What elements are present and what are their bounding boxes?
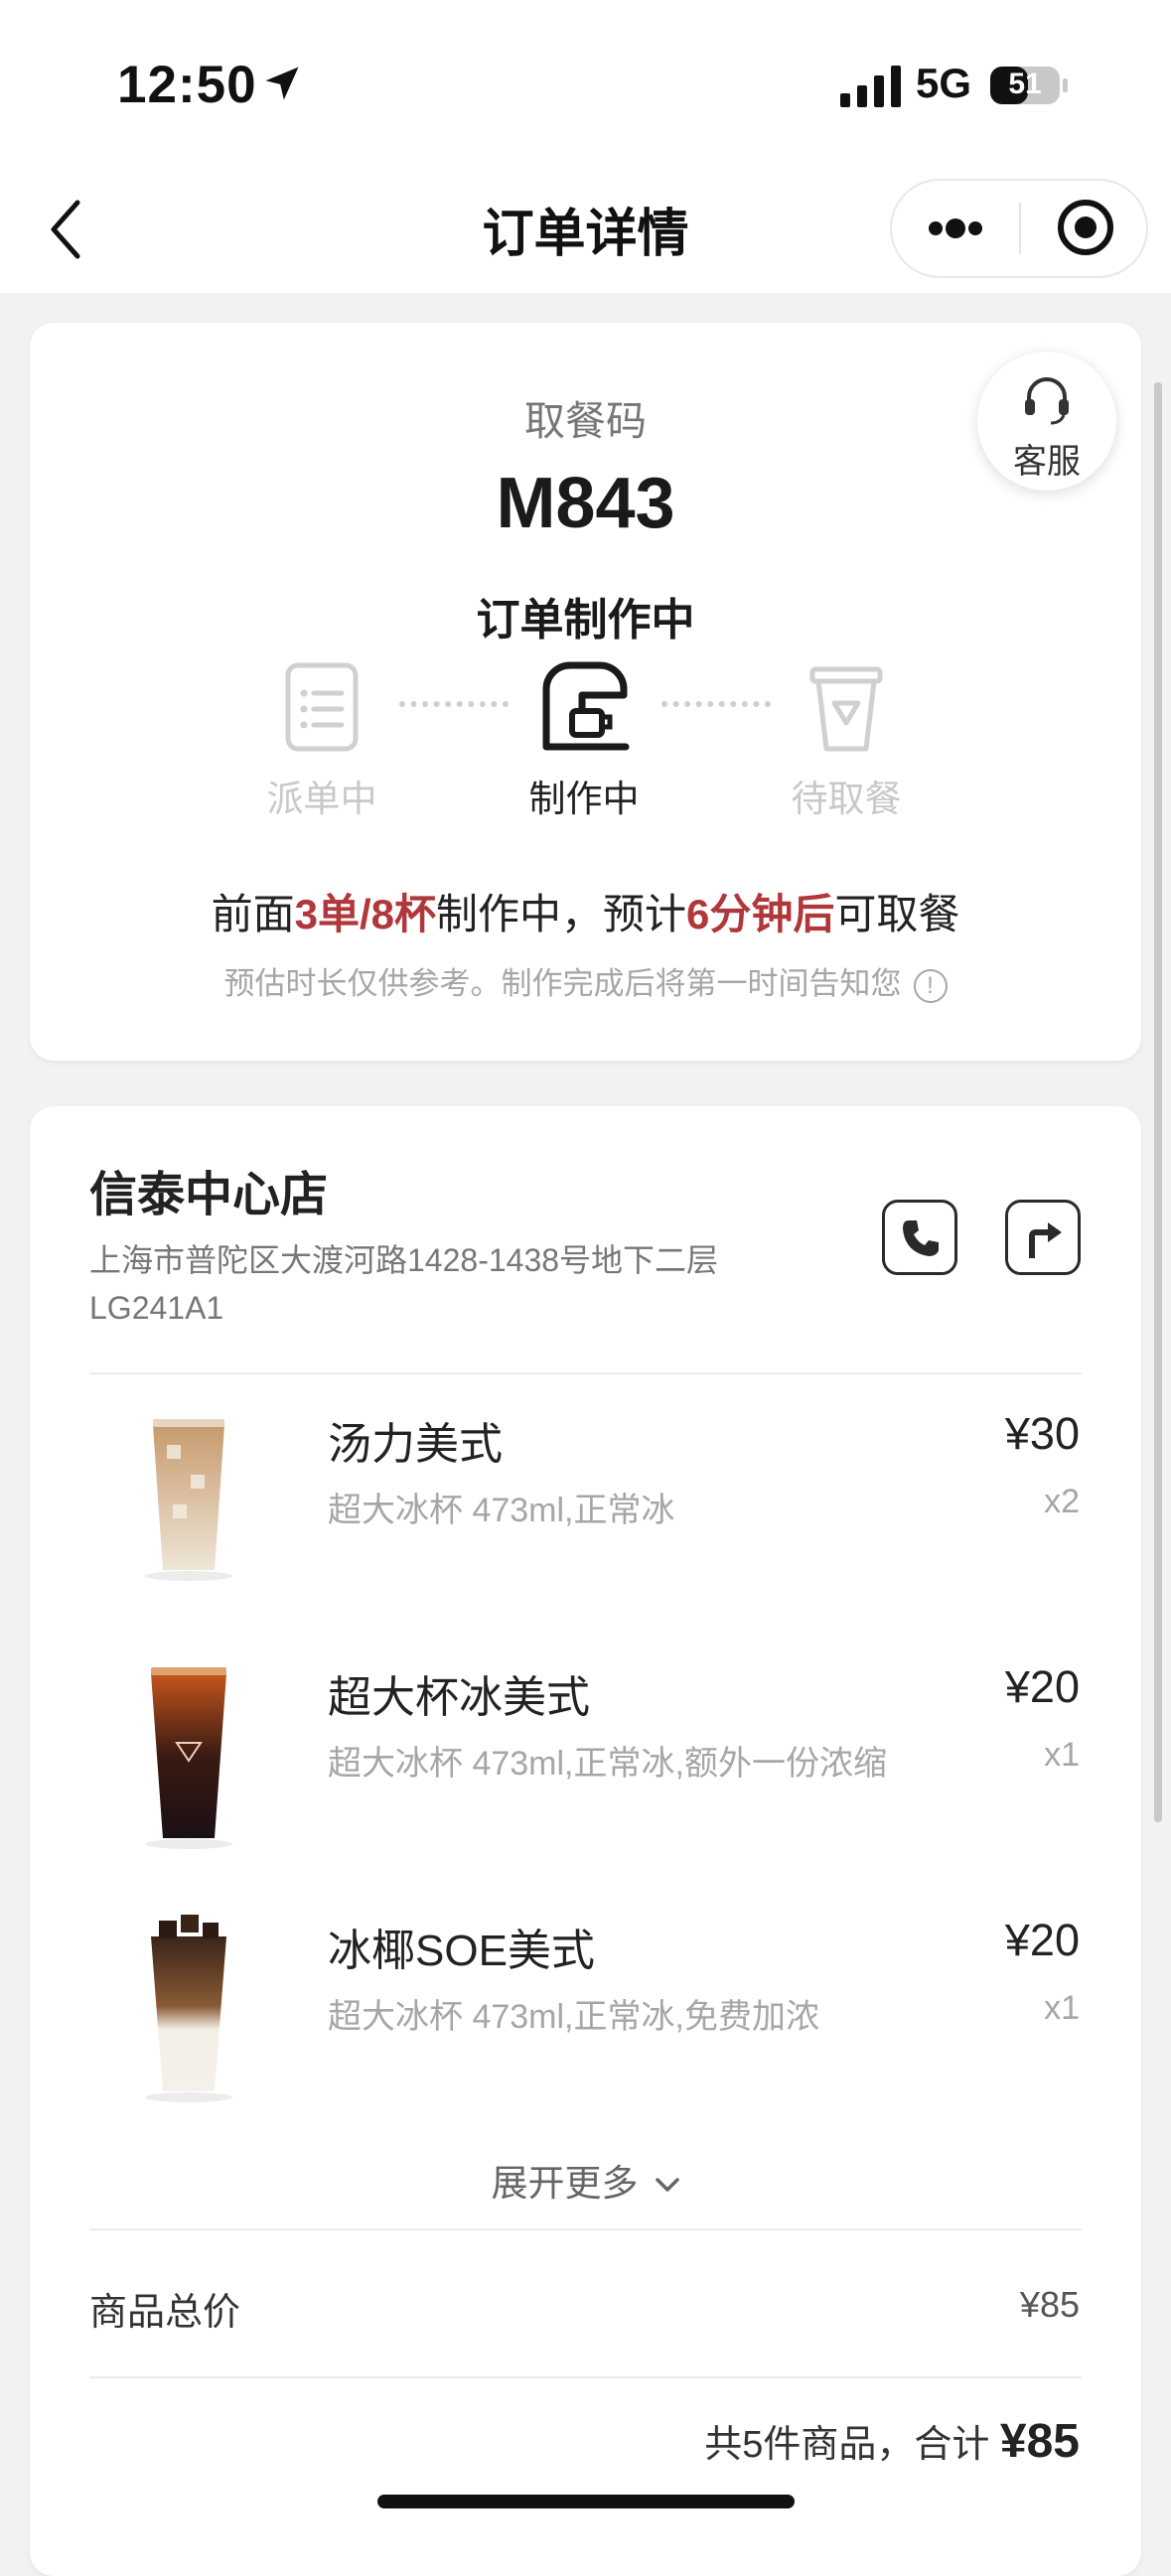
battery-icon: 51 bbox=[989, 66, 1069, 105]
coffee-machine-icon bbox=[542, 661, 630, 751]
product-name: 冰椰SOE美式 bbox=[328, 1927, 595, 1975]
divider bbox=[89, 2228, 1082, 2230]
status-time: 12:50 bbox=[117, 56, 257, 114]
product-price: ¥20 bbox=[1004, 1661, 1080, 1712]
progress-connector bbox=[661, 701, 771, 713]
summary-amount: ¥85 bbox=[999, 2415, 1080, 2468]
step-label-dispatch: 派单中 bbox=[266, 779, 377, 819]
product-name: 超大杯冰美式 bbox=[328, 1673, 590, 1722]
progress-connector bbox=[399, 701, 509, 713]
navigate-button[interactable] bbox=[1005, 1200, 1081, 1275]
goods-total-label: 商品总价 bbox=[89, 2292, 241, 2334]
headset-icon bbox=[1025, 377, 1069, 425]
expand-more-button[interactable]: 展开更多 bbox=[0, 2153, 1171, 2207]
goods-total-value: ¥85 bbox=[1019, 2284, 1080, 2325]
product-qty: x1 bbox=[1044, 1736, 1080, 1774]
product-image-coconut-soe-americano bbox=[145, 1915, 232, 2102]
expand-more-label: 展开更多 bbox=[491, 2163, 639, 2204]
location-arrow-icon bbox=[265, 67, 299, 100]
product-name: 汤力美式 bbox=[328, 1420, 503, 1469]
queue-prefix: 前面 bbox=[211, 891, 295, 937]
order-status: 订单制作中 bbox=[476, 596, 695, 644]
queue-count: 3单/8杯 bbox=[294, 891, 436, 937]
dispatch-list-icon bbox=[285, 662, 359, 752]
chevron-down-icon bbox=[655, 2178, 679, 2192]
product-image-iced-americano bbox=[145, 1667, 232, 1849]
divider bbox=[89, 2376, 1082, 2378]
queue-eta: 6分钟后 bbox=[686, 891, 835, 937]
battery-level: 51 bbox=[1008, 68, 1042, 100]
queue-middle: 制作中，预计 bbox=[436, 891, 687, 937]
step-label-pickup: 待取餐 bbox=[791, 779, 902, 819]
more-icon[interactable] bbox=[924, 209, 987, 248]
pickup-cup-icon bbox=[809, 666, 883, 752]
order-summary: 共5件商品，合计 ¥85 bbox=[704, 2413, 1080, 2469]
capsule-divider bbox=[1019, 203, 1021, 254]
divider bbox=[89, 1372, 1082, 1374]
directions-icon bbox=[1029, 1222, 1062, 1258]
eta-disclaimer: 预估时长仅供参考。制作完成后将第一时间告知您! bbox=[0, 958, 1171, 1003]
scrollbar[interactable] bbox=[1154, 382, 1162, 1822]
product-qty: x2 bbox=[1044, 1483, 1080, 1520]
product-price: ¥20 bbox=[1004, 1915, 1080, 1965]
product-spec: 超大冰杯 473ml,正常冰,免费加浓 bbox=[328, 1998, 819, 2036]
queue-info: 前面3单/8杯制作中，预计6分钟后可取餐 bbox=[0, 881, 1171, 941]
disclaimer-text: 预估时长仅供参考。制作完成后将第一时间告知您 bbox=[223, 966, 902, 1001]
close-miniprogram-icon[interactable] bbox=[1055, 197, 1116, 258]
customer-service-label: 客服 bbox=[1013, 443, 1081, 481]
product-image-tonic-americano bbox=[145, 1419, 232, 1581]
summary-text: 共5件商品，合计 bbox=[704, 2424, 990, 2466]
signal-icon bbox=[840, 66, 901, 107]
queue-suffix: 可取餐 bbox=[834, 891, 960, 937]
network-type: 5G bbox=[916, 60, 972, 106]
call-store-button[interactable] bbox=[882, 1200, 957, 1275]
phone-icon bbox=[903, 1220, 939, 1256]
info-icon[interactable]: ! bbox=[913, 968, 948, 1003]
product-spec: 超大冰杯 473ml,正常冰,额外一份浓缩 bbox=[328, 1745, 887, 1783]
store-name: 信泰中心店 bbox=[89, 1169, 329, 1221]
home-indicator[interactable] bbox=[377, 2495, 795, 2508]
store-address: 上海市普陀区大渡河路1428-1438号地下二层LG241A1 bbox=[89, 1242, 719, 1326]
step-label-making: 制作中 bbox=[528, 779, 640, 819]
product-qty: x1 bbox=[1044, 1989, 1080, 2027]
product-spec: 超大冰杯 473ml,正常冰 bbox=[328, 1492, 675, 1529]
product-price: ¥30 bbox=[1004, 1408, 1080, 1459]
